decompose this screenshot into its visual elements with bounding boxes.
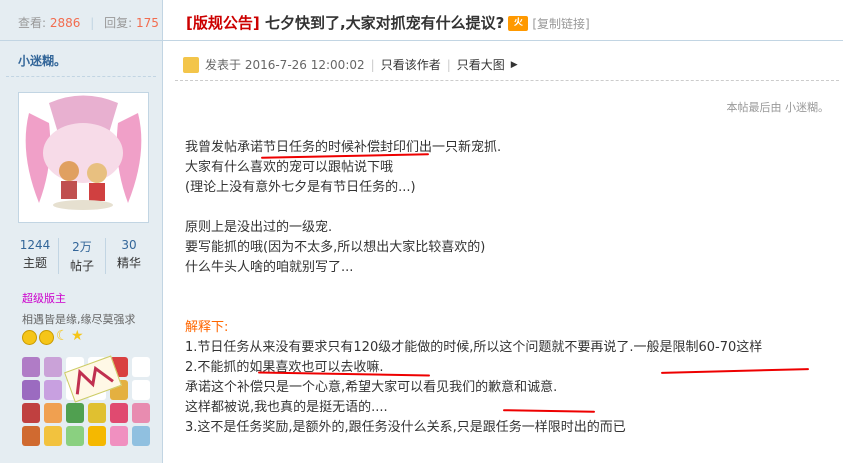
stat-label: 精华 — [116, 256, 141, 270]
medal-icon[interactable] — [110, 426, 128, 446]
last-edited-note: 本帖最后由 小迷糊。 — [726, 101, 830, 114]
divider — [6, 76, 156, 77]
stat-threads[interactable]: 1244 主题 — [12, 238, 59, 274]
replies-count: 175 — [136, 16, 159, 30]
online-status-icon — [183, 56, 199, 73]
stat-value: 2万 — [72, 240, 92, 254]
medal-icon[interactable] — [88, 426, 106, 446]
medal-icon[interactable] — [132, 403, 150, 423]
post-line: 2.不能抓的如果喜欢也可以去收嘛. — [185, 360, 384, 375]
views-label: 查看: — [18, 16, 47, 30]
post-line: (理论上没有意外七夕是有节日任务的...) — [185, 180, 416, 195]
medal-icon[interactable] — [22, 403, 40, 423]
author-name[interactable]: 小迷糊。 — [18, 52, 66, 69]
sun-icon — [39, 330, 54, 345]
avatar[interactable] — [18, 92, 149, 223]
copy-link-button[interactable]: [复制链接] — [532, 17, 589, 31]
medal-icon[interactable] — [110, 403, 128, 423]
medal-icon[interactable] — [44, 357, 62, 377]
moon-icon: ☾ — [56, 328, 69, 344]
medal-icon — [132, 357, 150, 377]
thread-stats: 查看: 2886 | 回复: 175 — [0, 0, 162, 41]
stats-divider: | — [90, 16, 95, 30]
medal-icon[interactable] — [88, 403, 106, 423]
only-author-link[interactable]: 只看该作者 — [381, 56, 441, 73]
thread-category-tag[interactable]: [版规公告] — [186, 14, 260, 32]
post-line: 这样都被说,我也真的是挺无语的.... — [185, 400, 388, 415]
star-icon: ★ — [71, 328, 84, 344]
view-large-link[interactable]: 只看大图 — [457, 56, 505, 73]
stat-value: 30 — [121, 238, 137, 252]
meta-divider: | — [446, 57, 451, 72]
medal-icon[interactable] — [44, 426, 62, 446]
post-main: [版规公告] 七夕快到了,大家对抓宠有什么提议? 火 [复制链接] 发表于 2016… — [163, 0, 843, 463]
medal-icon[interactable] — [66, 403, 84, 423]
stat-label: 主题 — [22, 256, 47, 270]
stat-digest[interactable]: 30 精华 — [106, 238, 152, 274]
divider — [175, 80, 839, 81]
explanation-heading: 解释下: — [185, 320, 229, 335]
author-sidebar: 查看: 2886 | 回复: 175 小迷糊。 1244 主题 2万 帖子 30… — [0, 0, 163, 463]
post-content: 我曾发帖承诺节日任务的时候补偿封印们出一只新宠抓. 大家有什么喜欢的宠可以跟帖说… — [185, 138, 762, 438]
post-line: 原则上是没出过的一级宠. — [185, 220, 333, 235]
medal-icon — [132, 380, 150, 400]
views-count: 2886 — [49, 16, 81, 30]
post-line: 要写能抓的哦(因为不太多,所以想出大家比较喜欢的) — [185, 240, 486, 255]
post-date: 发表于 2016-7-26 12:00:02 — [205, 58, 365, 72]
post-line: 大家有什么喜欢的宠可以跟帖说下哦 — [185, 160, 394, 175]
medal-icon[interactable] — [66, 426, 84, 446]
post-meta: 发表于 2016-7-26 12:00:02 | 只看该作者 | 只看大图 ▶ — [183, 56, 518, 73]
thread-title: [版规公告] 七夕快到了,大家对抓宠有什么提议? 火 [复制链接] — [186, 12, 590, 33]
chevron-right-icon[interactable]: ▶ — [511, 60, 518, 70]
medal-icon[interactable] — [44, 380, 62, 400]
post-line: 什么牛头人啥的咱就别写了... — [185, 260, 354, 275]
hot-thread-icon: 火 — [508, 16, 529, 31]
medal-icon[interactable] — [22, 426, 40, 446]
medal-icon[interactable] — [22, 380, 40, 400]
stat-value: 1244 — [19, 238, 51, 252]
meta-divider: | — [370, 57, 375, 72]
post-line: 1.节日任务从来没有要求只有120级才能做的时候,所以这个问题就不要再说了.一般… — [185, 340, 763, 355]
replies-label: 回复: — [104, 16, 133, 30]
sun-icon — [22, 330, 37, 345]
stat-posts[interactable]: 2万 帖子 — [59, 238, 106, 274]
user-motto: 相遇皆是缘,缘尽莫强求 — [22, 313, 136, 326]
post-line: 3.这不是任务奖励,是额外的,跟任务没什么关系,只是跟任务一样限时出的而已 — [185, 420, 626, 435]
post-line: 承诺这个补偿只是一个心意,希望大家可以看见我们的歉意和诚意. — [185, 380, 558, 395]
thread-title-text: 七夕快到了,大家对抓宠有什么提议? — [259, 14, 505, 32]
medal-icon[interactable] — [22, 357, 40, 377]
post-header: [版规公告] 七夕快到了,大家对抓宠有什么提议? 火 [复制链接] — [163, 0, 843, 41]
post-line: 我曾发帖承诺节日任务的时候补偿封印们出一只新宠抓. — [185, 140, 502, 155]
online-time-icons: ☾ ★ — [22, 328, 84, 345]
stat-label: 帖子 — [69, 259, 94, 273]
author-stats: 1244 主题 2万 帖子 30 精华 — [12, 238, 152, 274]
medal-icon[interactable] — [44, 403, 62, 423]
medal-icon[interactable] — [132, 426, 150, 446]
user-group[interactable]: 超级版主 — [22, 290, 66, 306]
